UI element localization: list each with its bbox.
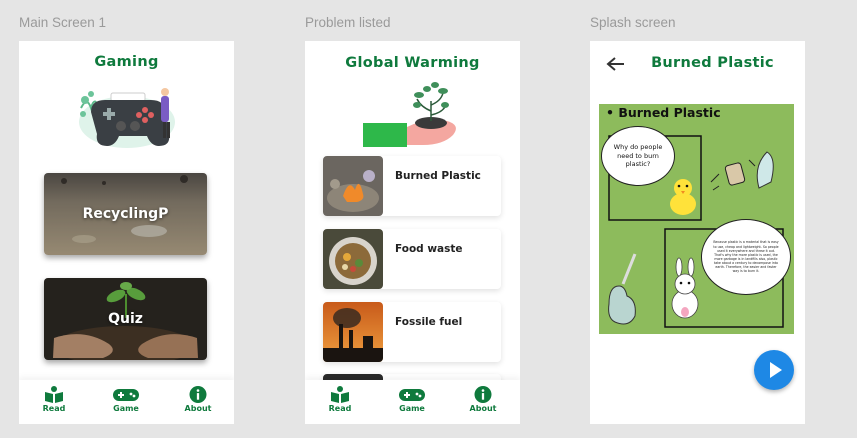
page-title: Global Warming xyxy=(345,55,480,71)
recycling-card-label: RecyclingP xyxy=(82,206,169,222)
list-item-food-waste[interactable]: Food waste xyxy=(323,229,501,289)
nav-about-label: About xyxy=(184,404,212,413)
nav-game-label: Game xyxy=(113,404,139,413)
speech-bubble-question: Why do people need to burn plastic? xyxy=(601,126,675,186)
hand-plant-illustration xyxy=(363,82,456,147)
book-icon xyxy=(331,386,349,403)
list-item-burned-plastic[interactable]: Burned Plastic xyxy=(323,156,501,216)
list-item-label: Fossile fuel xyxy=(395,316,463,328)
list-item-fossile-fuel[interactable]: Fossile fuel xyxy=(323,302,501,362)
problems-screen: Global Warming Burned Plastic Food waste… xyxy=(305,41,520,424)
quiz-card-label: Quiz xyxy=(108,311,143,327)
page-title: Gaming xyxy=(94,54,159,70)
nav-game-label: Game xyxy=(399,404,425,413)
nav-about[interactable]: About xyxy=(176,386,220,413)
book-icon xyxy=(45,386,63,403)
fossile-fuel-thumbnail xyxy=(323,302,383,362)
bottom-nav: Read Game About xyxy=(19,380,234,424)
nav-about-label: About xyxy=(469,404,497,413)
list-item-label: Food waste xyxy=(395,243,463,255)
nav-read[interactable]: Read xyxy=(318,386,362,413)
nav-game[interactable]: Game xyxy=(390,386,434,413)
speech-bubble-question-text: Why do people need to burn plastic? xyxy=(613,142,663,169)
recycling-card[interactable]: RecyclingP xyxy=(44,173,207,255)
nav-game[interactable]: Game xyxy=(104,386,148,413)
nav-about[interactable]: About xyxy=(461,386,505,413)
info-icon xyxy=(189,386,207,403)
quiz-card[interactable]: Quiz xyxy=(44,278,207,360)
bottom-nav: Read Game About xyxy=(305,380,520,424)
frame-label-problems: Problem listed xyxy=(305,15,391,30)
speech-bubble-answer-text: Because plastic is a material that is ea… xyxy=(713,240,779,274)
gamepad-icon xyxy=(399,389,425,401)
page-title: Burned Plastic xyxy=(651,55,774,71)
nav-read-label: Read xyxy=(328,404,352,413)
comic-panel: • Burned Plastic Why do people need to b… xyxy=(599,104,794,334)
main-screen: Gaming RecyclingP Quiz Read Game About xyxy=(19,41,234,424)
gamepad-illustration xyxy=(79,88,175,148)
nav-read[interactable]: Read xyxy=(32,386,76,413)
play-icon xyxy=(770,362,782,378)
burned-plastic-thumbnail xyxy=(323,156,383,216)
speech-bubble-answer: Because plastic is a material that is ea… xyxy=(701,219,791,295)
frame-label-splash: Splash screen xyxy=(590,15,676,30)
nav-read-label: Read xyxy=(42,404,66,413)
food-waste-thumbnail xyxy=(323,229,383,289)
play-button[interactable] xyxy=(754,350,794,390)
frame-label-main: Main Screen 1 xyxy=(19,15,107,30)
gamepad-icon xyxy=(113,389,139,401)
info-icon xyxy=(474,386,492,403)
list-item-label: Burned Plastic xyxy=(395,170,481,182)
splash-screen: Burned Plastic • Burned Plastic Why do p… xyxy=(590,41,805,424)
